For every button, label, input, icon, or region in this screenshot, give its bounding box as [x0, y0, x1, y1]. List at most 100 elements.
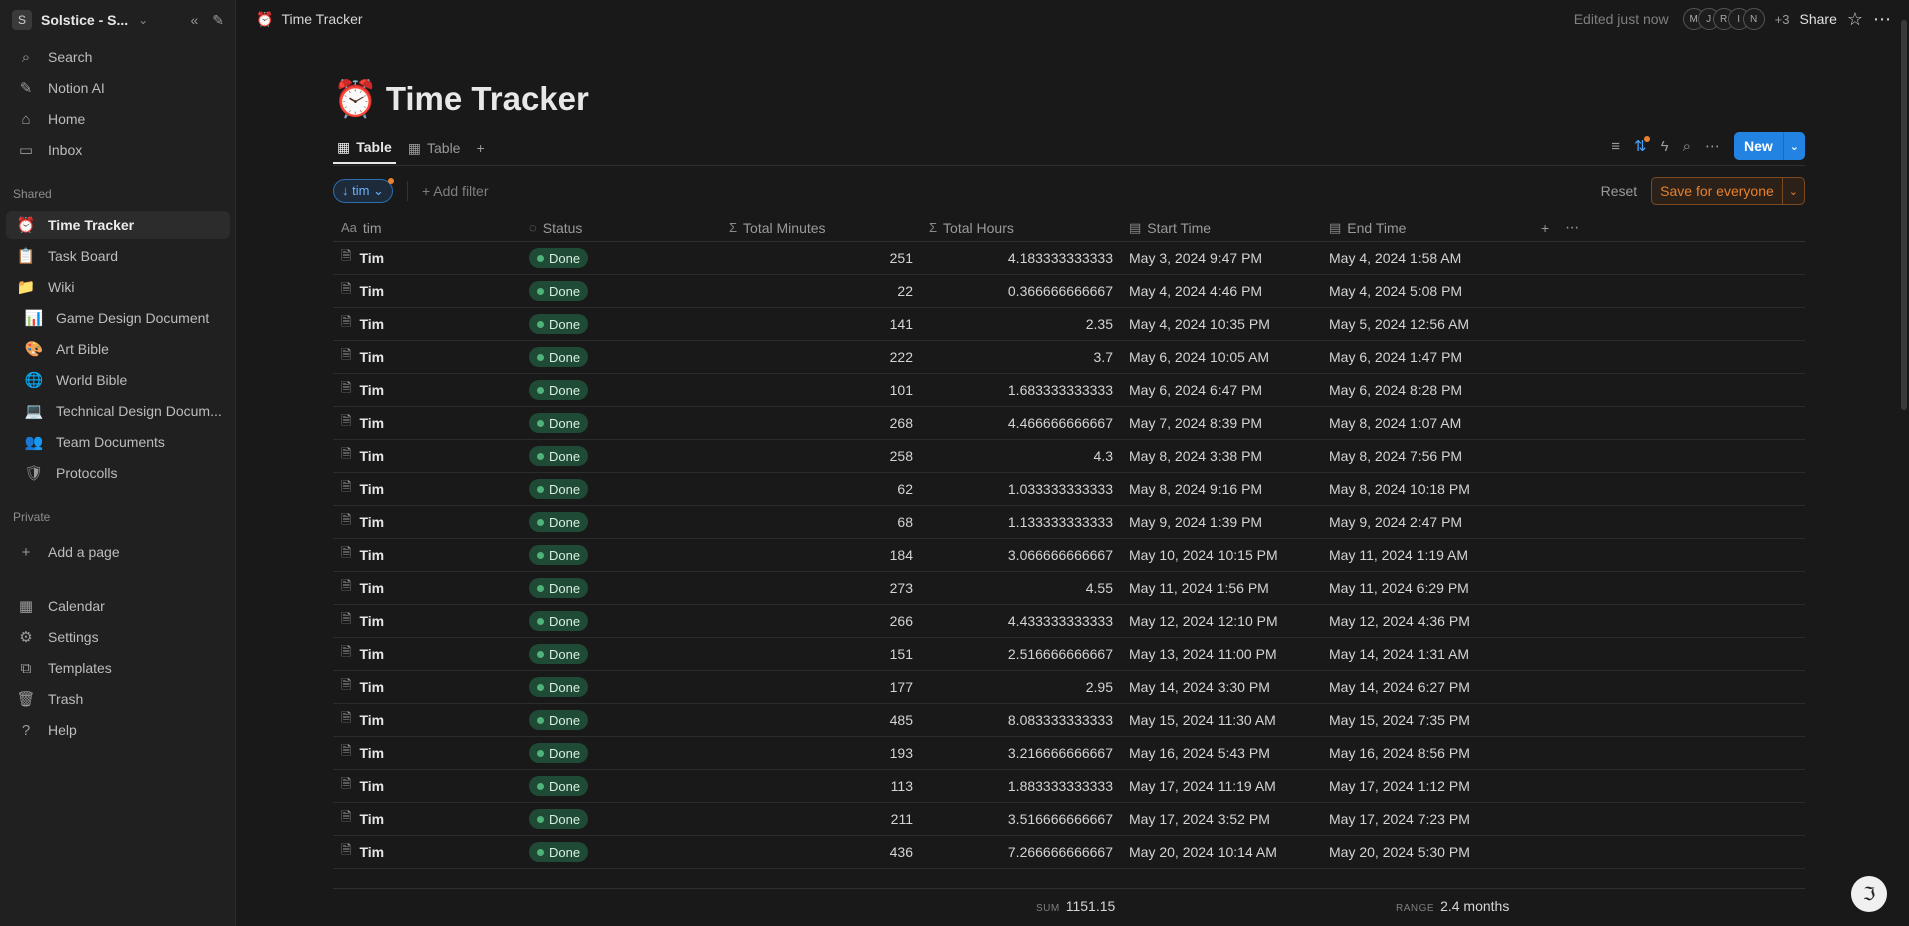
automation-icon[interactable]: ϟ	[1661, 138, 1669, 155]
search-icon[interactable]: ⌕	[1683, 138, 1691, 155]
more-options-icon[interactable]: ⋯	[1565, 219, 1579, 236]
table-row[interactable]: 🗎 Tim Done 177 2.95 May 14, 2024 3:30 PM May 1…	[333, 671, 1805, 704]
end-time-cell[interactable]: May 12, 2024 4:36 PM	[1321, 605, 1521, 638]
sidebar-item-world-bible[interactable]: 🌐 World Bible	[6, 366, 230, 394]
table-row[interactable]: 🗎 Tim Done 485 8.083333333333 May 15, 2024 11…	[333, 704, 1805, 737]
total-minutes-cell[interactable]: 141	[721, 308, 921, 341]
status-cell[interactable]: Done	[521, 605, 721, 638]
sidebar-item-inbox[interactable]: ▭ Inbox	[6, 136, 230, 164]
breadcrumb[interactable]: ⏰ Time Tracker	[256, 11, 363, 28]
total-minutes-cell[interactable]: 101	[721, 374, 921, 407]
total-hours-cell[interactable]: 4.183333333333	[921, 242, 1121, 275]
table-row[interactable]: 🗎 Tim Done 193 3.216666666667 May 16, 2024 5:…	[333, 737, 1805, 770]
name-cell[interactable]: 🗎 Tim	[333, 506, 521, 539]
status-cell[interactable]: Done	[521, 803, 721, 836]
table-row[interactable]: 🗎 Tim Done 68 1.133333333333 May 9, 2024 1:39…	[333, 506, 1805, 539]
total-hours-cell[interactable]: 7.266666666667	[921, 836, 1121, 869]
name-cell[interactable]: 🗎 Tim	[333, 836, 521, 869]
sidebar-item-home[interactable]: ⌂ Home	[6, 105, 230, 133]
name-cell[interactable]: 🗎 Tim	[333, 308, 521, 341]
total-minutes-cell[interactable]: 273	[721, 572, 921, 605]
sidebar-item-art-bible[interactable]: 🎨 Art Bible	[6, 335, 230, 363]
name-cell[interactable]: 🗎 Tim	[333, 242, 521, 275]
start-time-cell[interactable]: May 15, 2024 11:30 AM	[1121, 704, 1321, 737]
start-time-cell[interactable]: May 13, 2024 11:00 PM	[1121, 638, 1321, 671]
status-cell[interactable]: Done	[521, 704, 721, 737]
table-row[interactable]: 🗎 Tim Done 184 3.066666666667 May 10, 2024 10…	[333, 539, 1805, 572]
table-row[interactable]: 🗎 Tim Done 211 3.516666666667 May 17, 2024 3:…	[333, 803, 1805, 836]
start-time-cell[interactable]: May 16, 2024 5:43 PM	[1121, 737, 1321, 770]
start-time-cell[interactable]: May 4, 2024 10:35 PM	[1121, 308, 1321, 341]
start-time-cell[interactable]: May 11, 2024 1:56 PM	[1121, 572, 1321, 605]
sort-icon[interactable]: ⇅	[1634, 136, 1650, 155]
total-minutes-cell[interactable]: 184	[721, 539, 921, 572]
new-button-label[interactable]: New	[1734, 132, 1783, 160]
start-time-cell[interactable]: May 9, 2024 1:39 PM	[1121, 506, 1321, 539]
table-row[interactable]: 🗎 Tim Done 101 1.683333333333 May 6, 2024 6:4…	[333, 374, 1805, 407]
tab-table-1[interactable]: ▦ Table	[333, 132, 396, 164]
total-hours-cell[interactable]: 1.033333333333	[921, 473, 1121, 506]
name-cell[interactable]: 🗎 Tim	[333, 704, 521, 737]
more-options-icon[interactable]: ⋯	[1705, 137, 1720, 155]
sidebar-item-trash[interactable]: 🗑 Trash	[6, 685, 230, 713]
total-minutes-cell[interactable]: 62	[721, 473, 921, 506]
name-cell[interactable]: 🗎 Tim	[333, 572, 521, 605]
workspace-switcher[interactable]: S Solstice - S... ⌄ « ✎	[12, 10, 224, 30]
total-hours-cell[interactable]: 3.216666666667	[921, 737, 1121, 770]
start-time-cell[interactable]: May 6, 2024 6:47 PM	[1121, 374, 1321, 407]
end-time-cell[interactable]: May 14, 2024 6:27 PM	[1321, 671, 1521, 704]
share-button[interactable]: Share	[1800, 11, 1837, 27]
sidebar-item-templates[interactable]: ⧉ Templates	[6, 654, 230, 682]
end-time-cell[interactable]: May 20, 2024 5:30 PM	[1321, 836, 1521, 869]
table-row[interactable]: 🗎 Tim Done 151 2.516666666667 May 13, 2024 11…	[333, 638, 1805, 671]
start-time-cell[interactable]: May 7, 2024 8:39 PM	[1121, 407, 1321, 440]
add-page-button[interactable]: + Add a page	[6, 538, 230, 566]
total-minutes-cell[interactable]: 193	[721, 737, 921, 770]
end-time-cell[interactable]: May 15, 2024 7:35 PM	[1321, 704, 1521, 737]
sidebar-item-search[interactable]: ⌕ Search	[6, 43, 230, 71]
total-minutes-cell[interactable]: 222	[721, 341, 921, 374]
total-hours-cell[interactable]: 2.516666666667	[921, 638, 1121, 671]
chevron-down-icon[interactable]: ⌄	[1782, 132, 1805, 160]
collapse-sidebar-icon[interactable]: «	[190, 12, 198, 29]
sidebar-item-wiki[interactable]: 📁 Wiki	[6, 273, 230, 301]
end-time-cell[interactable]: May 9, 2024 2:47 PM	[1321, 506, 1521, 539]
column-header-status[interactable]: ◌ Status	[521, 214, 721, 242]
total-minutes-cell[interactable]: 251	[721, 242, 921, 275]
total-hours-cell[interactable]: 4.3	[921, 440, 1121, 473]
status-cell[interactable]: Done	[521, 440, 721, 473]
name-cell[interactable]: 🗎 Tim	[333, 605, 521, 638]
status-cell[interactable]: Done	[521, 242, 721, 275]
sidebar-item-protocolls[interactable]: 🛡 Protocolls	[6, 459, 230, 487]
start-time-cell[interactable]: May 17, 2024 3:52 PM	[1121, 803, 1321, 836]
column-header-total-hours[interactable]: Σ Total Hours	[921, 214, 1121, 242]
status-cell[interactable]: Done	[521, 836, 721, 869]
total-minutes-cell[interactable]: 258	[721, 440, 921, 473]
name-cell[interactable]: 🗎 Tim	[333, 539, 521, 572]
end-time-cell[interactable]: May 11, 2024 1:19 AM	[1321, 539, 1521, 572]
start-time-cell[interactable]: May 4, 2024 4:46 PM	[1121, 275, 1321, 308]
total-hours-cell[interactable]: 1.133333333333	[921, 506, 1121, 539]
name-cell[interactable]: 🗎 Tim	[333, 374, 521, 407]
status-cell[interactable]: Done	[521, 407, 721, 440]
total-minutes-cell[interactable]: 113	[721, 770, 921, 803]
total-hours-cell[interactable]: 3.066666666667	[921, 539, 1121, 572]
status-cell[interactable]: Done	[521, 374, 721, 407]
total-hours-cell[interactable]: 4.466666666667	[921, 407, 1121, 440]
status-cell[interactable]: Done	[521, 341, 721, 374]
status-cell[interactable]: Done	[521, 275, 721, 308]
total-minutes-cell[interactable]: 266	[721, 605, 921, 638]
total-minutes-cell[interactable]: 177	[721, 671, 921, 704]
sum-calculation[interactable]: SUM 1151.15	[1036, 898, 1115, 914]
total-minutes-cell[interactable]: 268	[721, 407, 921, 440]
sidebar-item-help[interactable]: ? Help	[6, 716, 230, 744]
table-row[interactable]: 🗎 Tim Done 141 2.35 May 4, 2024 10:35 PM May 5…	[333, 308, 1805, 341]
column-header-tim[interactable]: Aa tim	[333, 214, 521, 242]
start-time-cell[interactable]: May 6, 2024 10:05 AM	[1121, 341, 1321, 374]
star-icon[interactable]: ☆	[1847, 9, 1863, 30]
total-hours-cell[interactable]: 3.7	[921, 341, 1121, 374]
total-hours-cell[interactable]: 4.433333333333	[921, 605, 1121, 638]
status-cell[interactable]: Done	[521, 539, 721, 572]
total-hours-cell[interactable]: 0.366666666667	[921, 275, 1121, 308]
start-time-cell[interactable]: May 17, 2024 11:19 AM	[1121, 770, 1321, 803]
